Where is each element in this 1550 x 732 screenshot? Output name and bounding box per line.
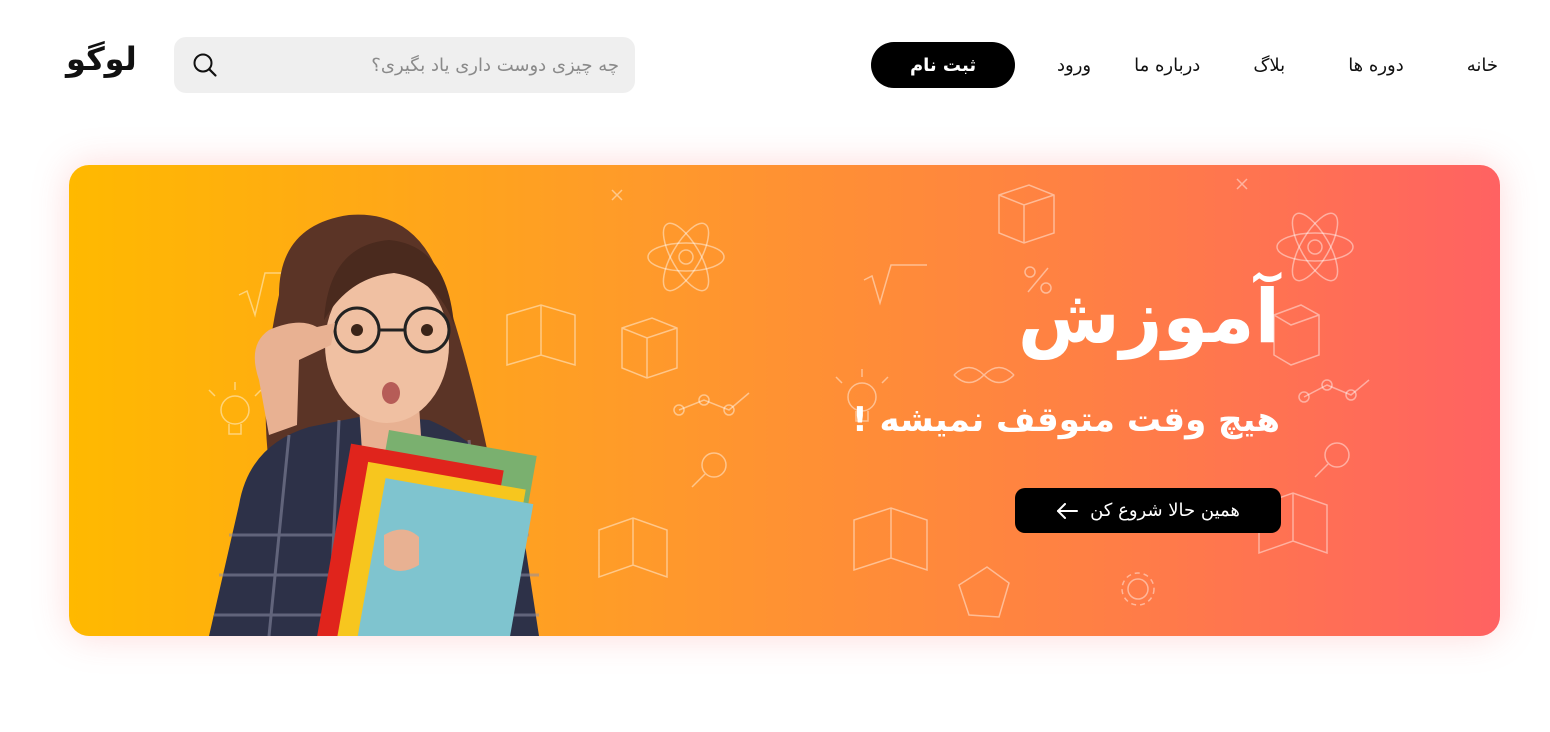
nav-courses[interactable]: دوره ها [1348, 55, 1404, 76]
hero-title: آموزش [1017, 274, 1280, 360]
logo[interactable]: لوگو [66, 40, 138, 78]
hero-banner: آموزش هیچ وقت متوقف نمیشه ! همین حالا شر… [69, 165, 1500, 636]
nav-about[interactable]: درباره ما [1134, 55, 1200, 76]
start-now-button[interactable]: همین حالا شروع کن [1015, 488, 1281, 533]
arrow-left-icon [1057, 502, 1079, 519]
register-button[interactable]: ثبت نام [871, 42, 1016, 88]
student-illustration [209, 214, 539, 636]
nav-blog[interactable]: بلاگ [1253, 55, 1285, 76]
main-nav: خانه دوره ها بلاگ درباره ما ورود ثبت نام [871, 42, 1498, 88]
search-icon[interactable] [192, 52, 218, 78]
nav-home[interactable]: خانه [1467, 55, 1498, 76]
search-box[interactable] [174, 37, 635, 93]
nav-login[interactable]: ورود [1057, 55, 1091, 76]
start-now-label: همین حالا شروع کن [1090, 500, 1240, 521]
hero-subtitle: هیچ وقت متوقف نمیشه ! [852, 400, 1280, 440]
search-input[interactable] [174, 37, 635, 93]
